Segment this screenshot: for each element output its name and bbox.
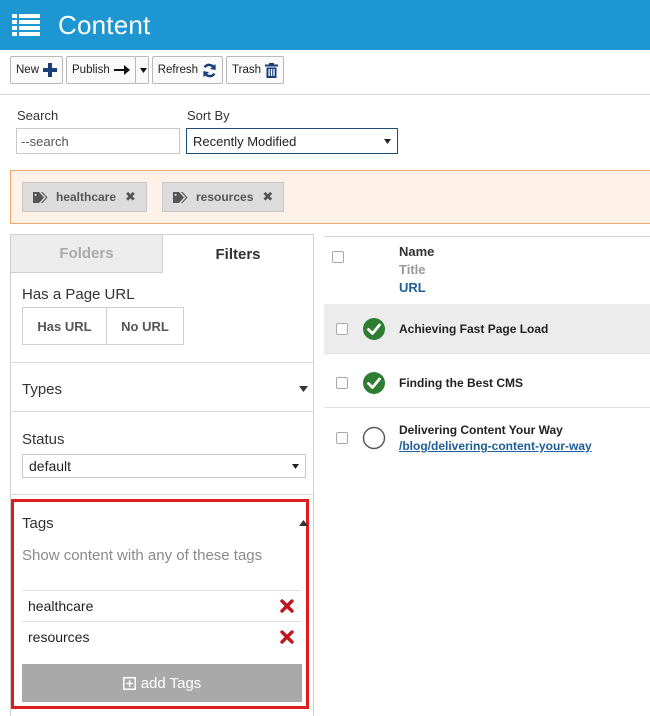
types-section-toggle[interactable]: Types	[22, 377, 308, 401]
row-checkbox[interactable]	[336, 377, 348, 389]
search-label: Search	[17, 108, 59, 123]
remove-tag-icon[interactable]	[280, 629, 294, 644]
add-tags-label: add Tags	[140, 674, 202, 692]
caret-down-icon	[292, 463, 299, 469]
plus-icon	[43, 63, 58, 77]
toolbar: New Publish Refresh Trash	[10, 56, 287, 84]
caret-up-icon	[299, 520, 308, 526]
tag-item-label: healthcare	[28, 597, 94, 614]
remove-tag-icon[interactable]	[280, 598, 294, 613]
filter-chip-healthcare[interactable]: healthcare ✖	[22, 182, 147, 212]
trash-button-label: Trash	[232, 64, 261, 76]
row-name[interactable]: Finding the Best CMS	[399, 376, 523, 390]
filter-chip-label: healthcare	[56, 190, 117, 204]
remove-filter-icon[interactable]: ✖	[262, 189, 273, 205]
status-select[interactable]: default	[22, 454, 306, 478]
content-row[interactable]: Delivering Content Your Way /blog/delive…	[324, 412, 650, 468]
sort-by-value: Recently Modified	[193, 133, 297, 149]
tag-item-resources: resources	[22, 621, 302, 651]
column-name[interactable]: Name	[399, 244, 434, 259]
divider	[11, 494, 313, 495]
plus-square-icon	[122, 676, 136, 690]
search-input[interactable]	[16, 128, 180, 154]
divider	[11, 362, 313, 363]
tags-icon	[173, 191, 188, 203]
content-row[interactable]: Achieving Fast Page Load	[324, 304, 650, 354]
caret-down-icon	[299, 386, 308, 392]
list-menu-icon[interactable]	[12, 14, 40, 36]
sort-by-select[interactable]: Recently Modified	[186, 128, 398, 154]
unpublished-circle-icon	[362, 426, 386, 450]
published-check-icon	[363, 372, 385, 394]
row-checkbox[interactable]	[336, 323, 348, 335]
published-check-icon	[363, 318, 385, 340]
page-title: Content	[58, 9, 151, 40]
tags-section-title: Tags	[22, 514, 54, 532]
status-section-title: Status	[22, 431, 65, 448]
status-value: default	[29, 458, 72, 474]
app-header: Content	[0, 0, 650, 50]
publish-button-label: Publish	[72, 64, 110, 76]
refresh-icon	[203, 63, 216, 77]
new-button[interactable]: New	[10, 56, 64, 84]
filter-chip-label: resources	[196, 190, 254, 204]
arrow-right-icon	[113, 65, 130, 75]
page-url-section-title: Has a Page URL	[22, 286, 135, 303]
tags-icon	[33, 191, 48, 203]
sort-by-label: Sort By	[187, 108, 230, 123]
content-row[interactable]: Finding the Best CMS	[324, 358, 650, 408]
tag-item-healthcare: healthcare	[22, 590, 302, 620]
new-button-label: New	[16, 64, 40, 76]
caret-down-icon	[384, 138, 391, 144]
content-list-header: Name Title URL	[324, 236, 650, 302]
refresh-button-label: Refresh	[157, 64, 199, 76]
caret-down-icon	[140, 67, 148, 73]
publish-dropdown-button[interactable]	[134, 56, 149, 84]
divider	[11, 411, 313, 412]
tag-item-label: resources	[28, 628, 90, 645]
has-url-button[interactable]: Has URL	[22, 307, 107, 345]
filter-chip-resources[interactable]: resources ✖	[162, 182, 285, 212]
types-section-title: Types	[22, 380, 63, 398]
toolbar-divider	[0, 94, 650, 95]
trash-icon	[265, 62, 278, 78]
column-title[interactable]: Title	[399, 262, 426, 277]
trash-button[interactable]: Trash	[226, 56, 284, 84]
row-checkbox[interactable]	[336, 432, 348, 444]
row-name[interactable]: Achieving Fast Page Load	[399, 322, 548, 336]
publish-button[interactable]: Publish	[66, 56, 136, 84]
no-url-button[interactable]: No URL	[106, 307, 184, 345]
refresh-button[interactable]: Refresh	[151, 56, 224, 84]
tags-hint: Show content with any of these tags	[22, 547, 263, 564]
row-url-link[interactable]: /blog/delivering-content-your-way	[399, 439, 592, 453]
select-all-checkbox[interactable]	[332, 251, 344, 263]
row-name[interactable]: Delivering Content Your Way	[399, 423, 563, 437]
tab-folders[interactable]: Folders	[11, 235, 163, 273]
add-tags-button[interactable]: add Tags	[22, 664, 302, 702]
tags-section-toggle[interactable]: Tags	[22, 512, 308, 534]
tab-filters[interactable]: Filters	[163, 235, 313, 273]
remove-filter-icon[interactable]: ✖	[125, 189, 136, 205]
column-url[interactable]: URL	[399, 280, 426, 295]
